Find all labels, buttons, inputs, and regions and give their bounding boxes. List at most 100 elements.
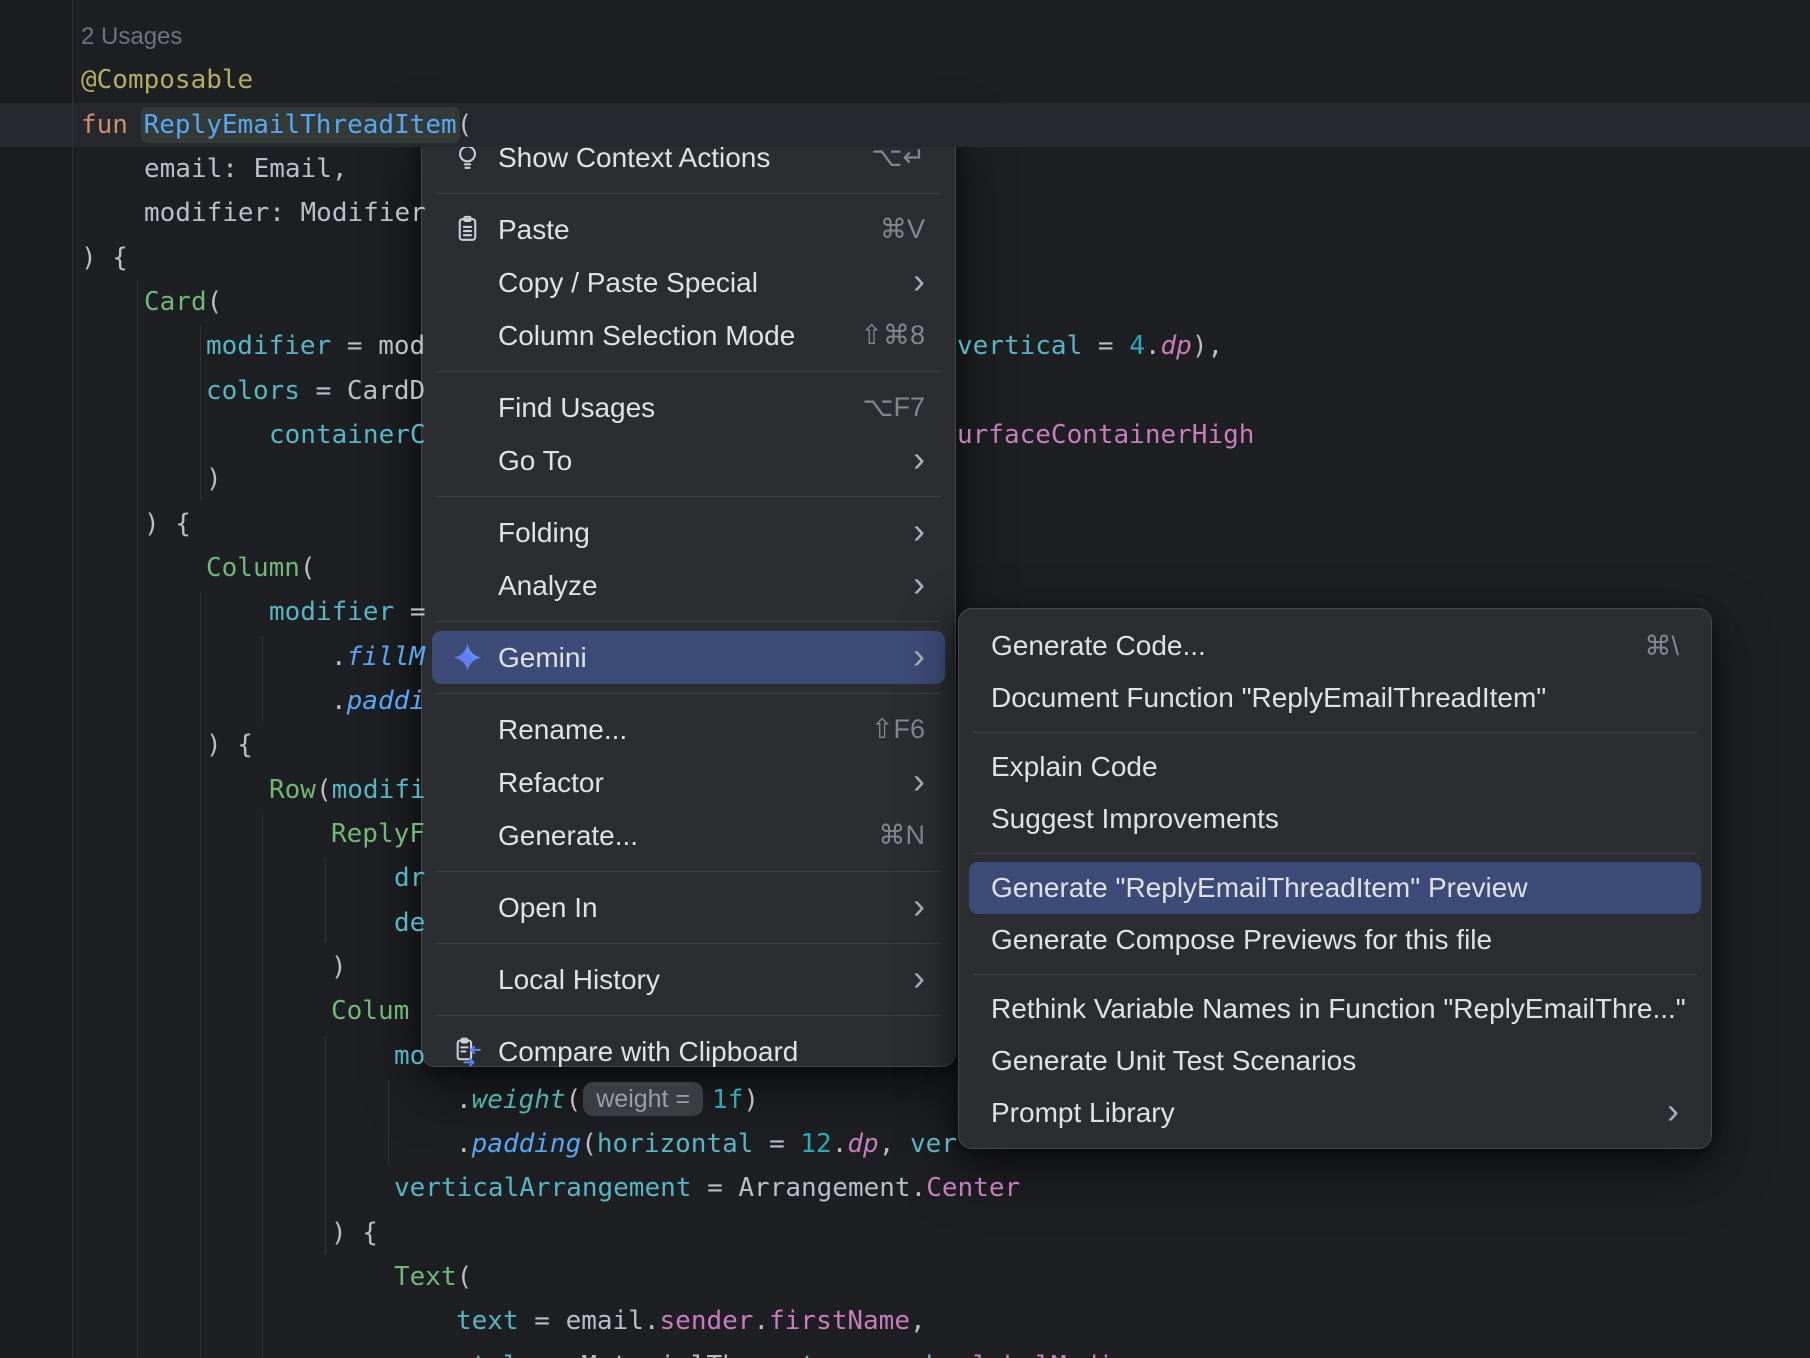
code-line[interactable]: mo	[394, 1034, 425, 1078]
code-line[interactable]: vertical = 4.dp),	[957, 324, 1223, 368]
code-token: dr	[394, 863, 425, 893]
menu-separator	[436, 496, 941, 497]
menu-item-prompt-library[interactable]: Prompt Library›	[969, 1087, 1701, 1139]
menu-item-label: Local History	[498, 964, 660, 996]
code-line[interactable]: .paddi	[331, 679, 425, 723]
code-line[interactable]: de	[394, 901, 425, 945]
menu-separator	[436, 871, 941, 872]
code-token: ) {	[331, 1218, 378, 1248]
chevron-right-icon: ›	[913, 960, 925, 996]
code-line[interactable]: fun ReplyEmailThreadItem(	[81, 103, 472, 147]
code-line[interactable]: ) {	[331, 1211, 378, 1255]
chevron-right-icon: ›	[1667, 1093, 1679, 1129]
code-line[interactable]: verticalArrangement = Arrangement.Center	[394, 1166, 1020, 1210]
code-line[interactable]: Colum	[331, 989, 409, 1033]
menu-item-find-usages[interactable]: Find Usages⌥F7	[432, 381, 945, 434]
code-line[interactable]: ) {	[206, 723, 253, 767]
menu-item-explain-code[interactable]: Explain Code	[969, 741, 1701, 793]
code-token: 4	[1129, 331, 1145, 361]
menu-item-open-in[interactable]: Open In›	[432, 881, 945, 934]
code-token: .	[753, 1306, 769, 1336]
menu-item-refactor[interactable]: Refactor›	[432, 756, 945, 809]
code-line[interactable]: colors = CardD	[206, 369, 425, 413]
code-line[interactable]: modifier = mod	[206, 324, 425, 368]
menu-item-rename[interactable]: Rename... ⇧F6	[432, 703, 945, 756]
code-line[interactable]: urfaceContainerHigh	[957, 413, 1254, 457]
code-line[interactable]: email: Email,	[144, 147, 348, 191]
ide-editor-window: 2 Usages @Composable fun ReplyEmailThreadI…	[0, 0, 1810, 1358]
code-line[interactable]: ) {	[81, 236, 128, 280]
editor-gutter[interactable]	[0, 0, 72, 1358]
code-line[interactable]: 2 Usages	[81, 14, 182, 58]
code-token: =	[519, 1306, 566, 1336]
indent-guide	[325, 858, 326, 943]
menu-item-shortcut: ⇧F6	[871, 714, 925, 745]
code-token: verticalArrangement	[394, 1173, 691, 1203]
menu-item-generate-replyemailthreaditem-preview[interactable]: Generate "ReplyEmailThreadItem" Preview	[969, 862, 1701, 914]
code-token: =	[300, 376, 347, 406]
menu-item-label: Folding	[498, 517, 590, 549]
code-token: dp	[847, 1129, 878, 1159]
code-line[interactable]: Row(modifi	[269, 768, 426, 812]
menu-separator	[436, 371, 941, 372]
code-token: @Composable	[81, 65, 253, 95]
code-token: 2 Usages	[81, 23, 182, 50]
code-line[interactable]: style = MaterialTheme.typography.labelMe…	[456, 1344, 1145, 1358]
menu-item-copy-paste-special[interactable]: Copy / Paste Special›	[432, 256, 945, 309]
menu-item-generate-compose-previews-for-this-file[interactable]: Generate Compose Previews for this file	[969, 914, 1701, 966]
menu-separator	[973, 732, 1697, 733]
menu-item-shortcut: ⇧⌘8	[860, 320, 925, 351]
code-token: de	[394, 908, 425, 938]
menu-item-folding[interactable]: Folding›	[432, 506, 945, 559]
code-line[interactable]: )	[206, 457, 222, 501]
menu-item-compare-with-clipboard[interactable]: Compare with Clipboard	[432, 1025, 945, 1078]
code-line[interactable]: containerC	[269, 413, 426, 457]
code-line[interactable]: @Composable	[81, 58, 253, 102]
chevron-right-icon: ›	[913, 763, 925, 799]
code-token: sender	[660, 1306, 754, 1336]
code-line[interactable]: Column(	[206, 546, 316, 590]
chevron-right-icon: ›	[913, 263, 925, 299]
menu-item-generate-code[interactable]: Generate Code...⌘\	[969, 620, 1701, 672]
indent-guide	[137, 280, 138, 1358]
paste-icon	[452, 214, 498, 245]
menu-item-shortcut: ⌘N	[879, 820, 926, 851]
code-line[interactable]: .fillM	[331, 635, 425, 679]
code-line[interactable]: text = email.sender.firstName,	[456, 1299, 926, 1343]
menu-item-label: Generate Compose Previews for this file	[991, 924, 1492, 956]
menu-item-go-to[interactable]: Go To›	[432, 434, 945, 487]
menu-item-column-selection-mode[interactable]: Column Selection Mode⇧⌘8	[432, 309, 945, 362]
code-token: ) {	[206, 730, 253, 760]
menu-separator	[436, 193, 941, 194]
menu-item-label: Generate "ReplyEmailThreadItem" Preview	[991, 872, 1528, 904]
code-token: Card	[144, 287, 207, 317]
code-token: .	[957, 1351, 973, 1358]
code-line[interactable]: .padding(horizontal = 12.dp, ver	[456, 1122, 957, 1166]
menu-item-analyze[interactable]: Analyze›	[432, 559, 945, 612]
highlighted-identifier: ReplyEmailThreadItem	[144, 110, 457, 140]
menu-separator	[436, 1015, 941, 1016]
menu-item-paste[interactable]: Paste⌘V	[432, 203, 945, 256]
code-token: =	[534, 1351, 581, 1358]
menu-item-local-history[interactable]: Local History ›	[432, 953, 945, 1006]
menu-item-generate[interactable]: Generate...⌘N	[432, 809, 945, 862]
menu-item-document-function-replyemailthreaditem[interactable]: Document Function "ReplyEmailThreadItem"	[969, 672, 1701, 724]
parameter-name-inlay-hint[interactable]: weight =	[583, 1082, 703, 1116]
code-line[interactable]: ReplyF	[331, 812, 425, 856]
menu-item-label: Open In	[498, 892, 598, 924]
code-token: style	[456, 1351, 534, 1358]
code-token: ,	[879, 1129, 910, 1159]
code-line[interactable]: )	[331, 945, 347, 989]
code-line[interactable]: modifier =	[269, 590, 426, 634]
code-line[interactable]: Card(	[144, 280, 222, 324]
code-line[interactable]: Text(	[394, 1255, 472, 1299]
code-line[interactable]: ) {	[144, 502, 191, 546]
menu-item-generate-unit-test-scenarios[interactable]: Generate Unit Test Scenarios	[969, 1035, 1701, 1087]
code-line[interactable]: .weight(weight =1f)	[456, 1078, 759, 1122]
menu-item-suggest-improvements[interactable]: Suggest Improvements	[969, 793, 1701, 845]
code-line[interactable]: dr	[394, 856, 425, 900]
code-line[interactable]: modifier: Modifier	[144, 191, 426, 235]
menu-item-gemini[interactable]: Gemini›	[432, 631, 945, 684]
menu-item-rethink-variable-names-in-function-replyemailthre[interactable]: Rethink Variable Names in Function "Repl…	[969, 983, 1701, 1035]
menu-item-label: Rename...	[498, 714, 627, 746]
